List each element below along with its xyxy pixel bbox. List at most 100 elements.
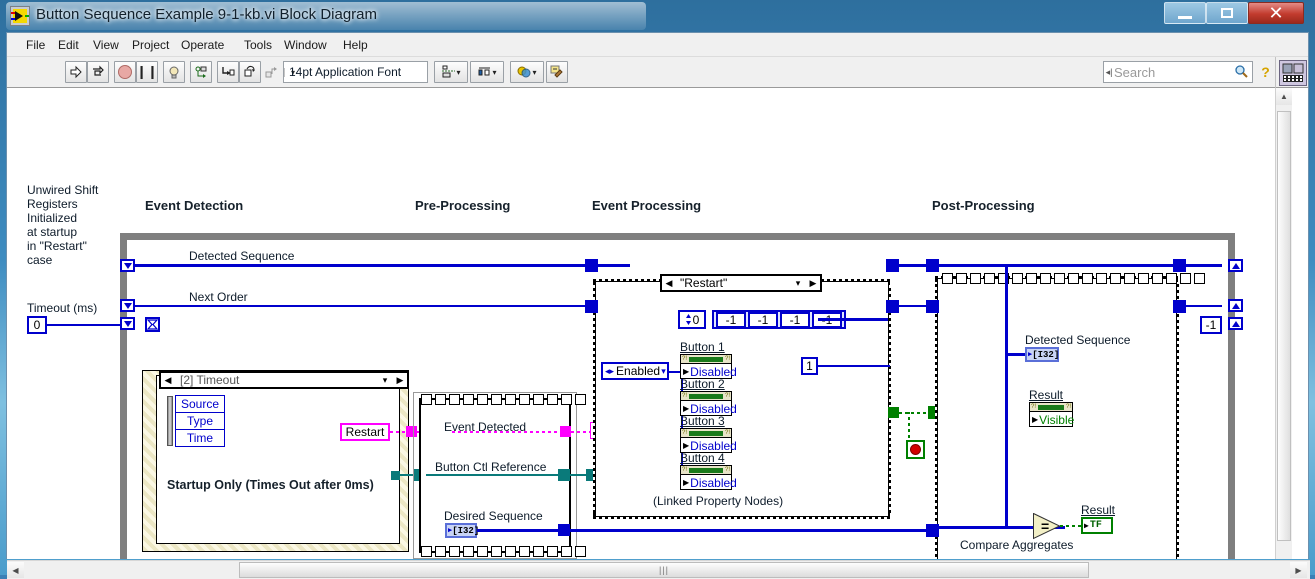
step-over-button[interactable] — [239, 61, 261, 83]
disabled-state-enum-constant[interactable]: ◂▸ Enabled ▾ — [601, 362, 669, 380]
search-input[interactable]: ◂| Search — [1103, 61, 1253, 83]
scroll-right-button[interactable]: ▶ — [1290, 562, 1307, 578]
property-name-4: Disabled — [690, 475, 737, 490]
menu-tools[interactable]: Tools — [239, 37, 277, 53]
numeric-constant-zero[interactable]: 0 — [678, 310, 706, 329]
numeric-constant-one[interactable]: 1 — [801, 357, 818, 375]
next-case-arrow-icon[interactable]: ▶ — [806, 278, 820, 289]
close-button[interactable]: ✕ — [1248, 2, 1304, 24]
prev-case-arrow-icon[interactable]: ◀ — [662, 278, 676, 289]
property-node-row-result[interactable]: ▶ Visible — [1030, 412, 1074, 427]
property-node-button-1[interactable]: ?!?! ▶ Disabled — [680, 354, 737, 379]
tunnel-button-ref-event[interactable] — [391, 471, 400, 480]
array-element-0[interactable]: -1 — [716, 311, 746, 328]
toolbar-separator — [1275, 57, 1276, 88]
tunnel-event-detected-right[interactable] — [560, 426, 571, 437]
canvas-vertical-scrollbar[interactable]: ▲ — [1275, 88, 1292, 559]
font-selector[interactable]: 14pt Application Font ▾ — [283, 61, 428, 83]
canvas-horizontal-scrollbar[interactable]: ◀ ||| ▶ — [7, 560, 1310, 579]
chevron-down-icon: ▾ — [456, 67, 461, 77]
distribute-objects-button[interactable]: ▾ — [470, 61, 504, 83]
shift-register-extra-right[interactable] — [1228, 317, 1243, 330]
case-tunnel-next-order-in[interactable] — [585, 300, 598, 313]
shift-register-detected-sequence-left[interactable] — [120, 259, 135, 272]
chevron-down-icon[interactable]: ▾ — [377, 375, 393, 386]
step-into-button[interactable] — [217, 61, 239, 83]
next-case-arrow-icon[interactable]: ▶ — [393, 375, 407, 386]
menu-operate[interactable]: Operate — [176, 37, 229, 53]
desired-sequence-array-terminal[interactable]: ▶ [I32] — [445, 523, 479, 538]
shift-register-timeout-left[interactable] — [120, 317, 135, 330]
reorder-button[interactable]: ▾ — [510, 61, 544, 83]
step-out-button[interactable] — [261, 61, 283, 83]
horizontal-scroll-thumb[interactable]: ||| — [239, 562, 1089, 578]
case-tunnel-detected-seq-out[interactable] — [886, 259, 899, 272]
menu-project[interactable]: Project — [127, 37, 174, 53]
detected-sequence-indicator[interactable]: ▶ [I32] — [1025, 347, 1059, 362]
event-case-selector[interactable]: ◀ [2] Timeout ▾ ▶ — [159, 371, 409, 389]
context-help-button[interactable]: ? — [1256, 61, 1275, 83]
post-tunnel-next-order-in[interactable] — [926, 300, 939, 313]
shift-register-next-order-right[interactable] — [1228, 299, 1243, 312]
property-node-button-2[interactable]: ?!?! ▶ Disabled — [680, 391, 737, 416]
event-data-node[interactable]: Source Type Time — [175, 395, 225, 447]
stop-button[interactable] — [906, 440, 925, 459]
tunnel-button-ref-out[interactable] — [558, 469, 570, 481]
timeout-constant[interactable]: 0 — [27, 316, 47, 334]
run-button[interactable] — [65, 61, 87, 83]
menu-window[interactable]: Window — [279, 37, 332, 53]
chevron-down-icon[interactable]: ▾ — [660, 366, 667, 377]
run-continuously-button[interactable] — [87, 61, 109, 83]
shift-register-next-order-left[interactable] — [120, 299, 135, 312]
case-structure-label: "Restart" — [680, 276, 728, 290]
case-tunnel-next-order-out[interactable] — [886, 300, 899, 313]
property-node-button-4[interactable]: ?!?! ▶ Disabled — [680, 465, 737, 490]
timeout-label: Timeout (ms) — [27, 301, 98, 315]
maximize-button[interactable] — [1206, 2, 1248, 24]
abort-button[interactable] — [114, 61, 136, 83]
restart-free-label[interactable]: Restart — [340, 423, 390, 441]
post-tunnel-detected-seq-in[interactable] — [926, 259, 939, 272]
post-tunnel-next-order-out[interactable] — [1173, 300, 1186, 313]
menu-help[interactable]: Help — [338, 37, 373, 53]
heading-pre-processing: Pre-Processing — [415, 198, 511, 213]
case-tunnel-boolean-out[interactable] — [888, 407, 899, 418]
event-data-node-grip[interactable] — [167, 396, 173, 446]
minimize-button[interactable] — [1164, 2, 1206, 24]
block-diagram-canvas[interactable]: Unwired Shift Registers Initialized at s… — [7, 88, 1308, 559]
align-objects-button[interactable]: ▾ — [434, 61, 468, 83]
scroll-up-button[interactable]: ▲ — [1276, 88, 1292, 105]
right-minus-one-constant[interactable]: -1 — [1200, 316, 1222, 334]
result-tf-label: Result — [1081, 503, 1116, 517]
pause-button[interactable]: ❙❙ — [136, 61, 158, 83]
pause-icon: ❙❙ — [136, 64, 158, 79]
chevron-down-icon[interactable]: ▾ — [790, 278, 806, 289]
array-element-1[interactable]: -1 — [748, 311, 778, 328]
scroll-left-button[interactable]: ◀ — [7, 562, 24, 578]
property-node-row-4[interactable]: ▶ Disabled — [681, 475, 737, 490]
property-node-result-visible[interactable]: ?!?! ▶ Visible — [1029, 402, 1074, 427]
retain-wire-values-button[interactable] — [190, 61, 212, 83]
case-tunnel-detected-seq-in[interactable] — [585, 259, 598, 272]
result-tf-indicator[interactable]: ▶ TF — [1081, 517, 1113, 534]
enum-increment-icon[interactable]: ◂▸ — [603, 366, 616, 377]
menu-edit[interactable]: Edit — [53, 37, 84, 53]
vertical-scroll-thumb[interactable] — [1277, 111, 1291, 541]
shift-register-detected-sequence-right[interactable] — [1228, 259, 1243, 272]
property-node-button-3[interactable]: ?!?! ▶ Disabled — [680, 428, 737, 453]
post-tunnel-detected-seq-out[interactable] — [1173, 259, 1186, 272]
case-structure-selector[interactable]: ◀ "Restart" ▾ ▶ — [660, 274, 822, 292]
tunnel-desired-sequence[interactable] — [558, 524, 570, 536]
compare-symbol: = — [1041, 518, 1050, 534]
scroll-grip-icon: ||| — [658, 565, 669, 575]
array-element-2[interactable]: -1 — [780, 311, 810, 328]
event-data-type: Type — [176, 413, 224, 430]
highlight-execution-button[interactable] — [163, 61, 185, 83]
vi-connector-pane-icon[interactable] — [1279, 60, 1307, 86]
triangle-up-icon: ▲ — [1280, 92, 1288, 101]
menu-file[interactable]: File — [21, 37, 50, 53]
event-structure-icon[interactable] — [145, 317, 160, 332]
clean-up-diagram-button[interactable] — [546, 61, 568, 83]
menu-view[interactable]: View — [88, 37, 124, 53]
prev-case-arrow-icon[interactable]: ◀ — [161, 375, 175, 386]
